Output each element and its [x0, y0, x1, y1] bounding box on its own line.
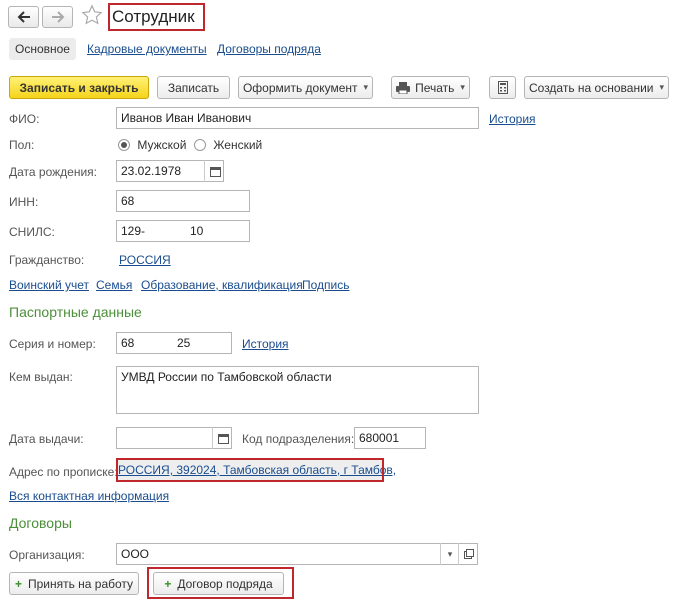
- back-button[interactable]: [8, 6, 39, 28]
- calendar-icon: [217, 433, 229, 444]
- plus-icon: +: [164, 576, 172, 591]
- dept-code-input[interactable]: 680001: [354, 427, 426, 449]
- fio-history-link[interactable]: История: [489, 112, 536, 126]
- passport-series-label: Серия и номер:: [9, 337, 96, 351]
- organization-select[interactable]: ООО: [116, 543, 478, 565]
- print-button[interactable]: Печать ▾: [391, 76, 470, 99]
- arrow-left-icon: [17, 11, 30, 23]
- hire-button[interactable]: + Принять на работу: [9, 572, 139, 595]
- make-document-label: Оформить документ: [242, 80, 358, 95]
- address-highlight: [116, 458, 384, 482]
- issue-date-calendar-button[interactable]: [212, 427, 233, 449]
- passport-series-part1: 68: [121, 336, 135, 350]
- organization-label: Организация:: [9, 548, 85, 562]
- radio-selected-icon: [118, 138, 130, 151]
- organization-value: ООО: [121, 547, 150, 561]
- citizenship-label: Гражданство:: [9, 253, 85, 267]
- issue-date-label: Дата выдачи:: [9, 432, 84, 446]
- forward-button[interactable]: [42, 6, 73, 28]
- chevron-down-icon: ▾: [447, 548, 453, 559]
- open-form-icon: [464, 549, 474, 559]
- fio-input[interactable]: Иванов Иван Иванович: [116, 107, 479, 129]
- tab-contracts[interactable]: Договоры подряда: [217, 42, 321, 56]
- make-document-button[interactable]: Оформить документ ▾: [238, 76, 373, 99]
- tab-hr-documents[interactable]: Кадровые документы: [87, 42, 207, 56]
- plus-icon: +: [14, 576, 22, 591]
- gender-male-radio[interactable]: Мужской: [118, 137, 186, 152]
- inn-label: ИНН:: [9, 195, 39, 209]
- print-label: Печать: [415, 80, 455, 95]
- all-contact-info-link[interactable]: Вся контактная информация: [9, 489, 169, 503]
- tab-main[interactable]: Основное: [9, 38, 76, 60]
- education-link[interactable]: Образование, квалификация: [141, 278, 303, 292]
- calendar-button[interactable]: [204, 160, 225, 182]
- favorite-button[interactable]: [81, 4, 103, 29]
- gender-female-radio[interactable]: Женский: [194, 137, 262, 152]
- address-label: Адрес по прописке:: [9, 465, 118, 479]
- dropdown-caret-icon: ▾: [363, 82, 369, 92]
- calendar-icon: [209, 166, 221, 177]
- save-button[interactable]: Записать: [157, 76, 230, 99]
- gender-label: Пол:: [9, 138, 35, 152]
- birth-date-label: Дата рождения:: [9, 165, 97, 179]
- passport-history-link[interactable]: История: [242, 337, 289, 351]
- passport-section-title: Паспортные данные: [9, 304, 142, 320]
- snils-value-part2: 10: [190, 224, 204, 238]
- snils-input[interactable]: 129- 10: [116, 220, 250, 242]
- contracts-section-title: Договоры: [9, 515, 72, 531]
- calculator-button[interactable]: [489, 76, 516, 99]
- page-title: Сотрудник: [112, 7, 195, 26]
- hire-label: Принять на работу: [27, 576, 134, 591]
- arrow-right-icon: [51, 11, 64, 23]
- dropdown-caret-icon: ▾: [460, 82, 465, 92]
- fio-label: ФИО:: [9, 112, 40, 126]
- citizenship-link[interactable]: РОССИЯ: [119, 253, 171, 267]
- contract-label: Договор подряда: [177, 576, 273, 591]
- gender-female-label: Женский: [213, 137, 263, 152]
- military-record-link[interactable]: Воинский учет: [9, 278, 89, 292]
- passport-series-input[interactable]: 68 25: [116, 332, 232, 354]
- snils-label: СНИЛС:: [9, 225, 55, 239]
- dept-code-label: Код подразделения:: [242, 432, 355, 446]
- printer-icon: [396, 81, 411, 94]
- create-based-button[interactable]: Создать на основании ▾: [524, 76, 669, 99]
- organization-dropdown-button[interactable]: ▾: [440, 543, 459, 565]
- contract-button[interactable]: + Договор подряда: [153, 572, 284, 595]
- calculator-icon: [497, 81, 508, 94]
- issued-by-textarea[interactable]: УМВД России по Тамбовской области: [116, 366, 479, 414]
- passport-series-part2: 25: [177, 336, 191, 350]
- organization-open-button[interactable]: [458, 543, 479, 565]
- save-close-button[interactable]: Записать и закрыть: [9, 76, 149, 99]
- inn-input[interactable]: 68: [116, 190, 250, 212]
- family-link[interactable]: Семья: [96, 278, 132, 292]
- birth-date-value: 23.02.1978: [121, 164, 182, 178]
- snils-value-part1: 129-: [121, 224, 146, 238]
- signature-link[interactable]: Подпись: [302, 278, 350, 292]
- star-outline-icon: [81, 4, 103, 25]
- issued-by-label: Кем выдан:: [9, 370, 73, 384]
- dropdown-caret-icon: ▾: [659, 82, 665, 92]
- radio-empty-icon: [194, 138, 206, 151]
- create-based-label: Создать на основании: [528, 80, 654, 95]
- gender-male-label: Мужской: [137, 137, 187, 152]
